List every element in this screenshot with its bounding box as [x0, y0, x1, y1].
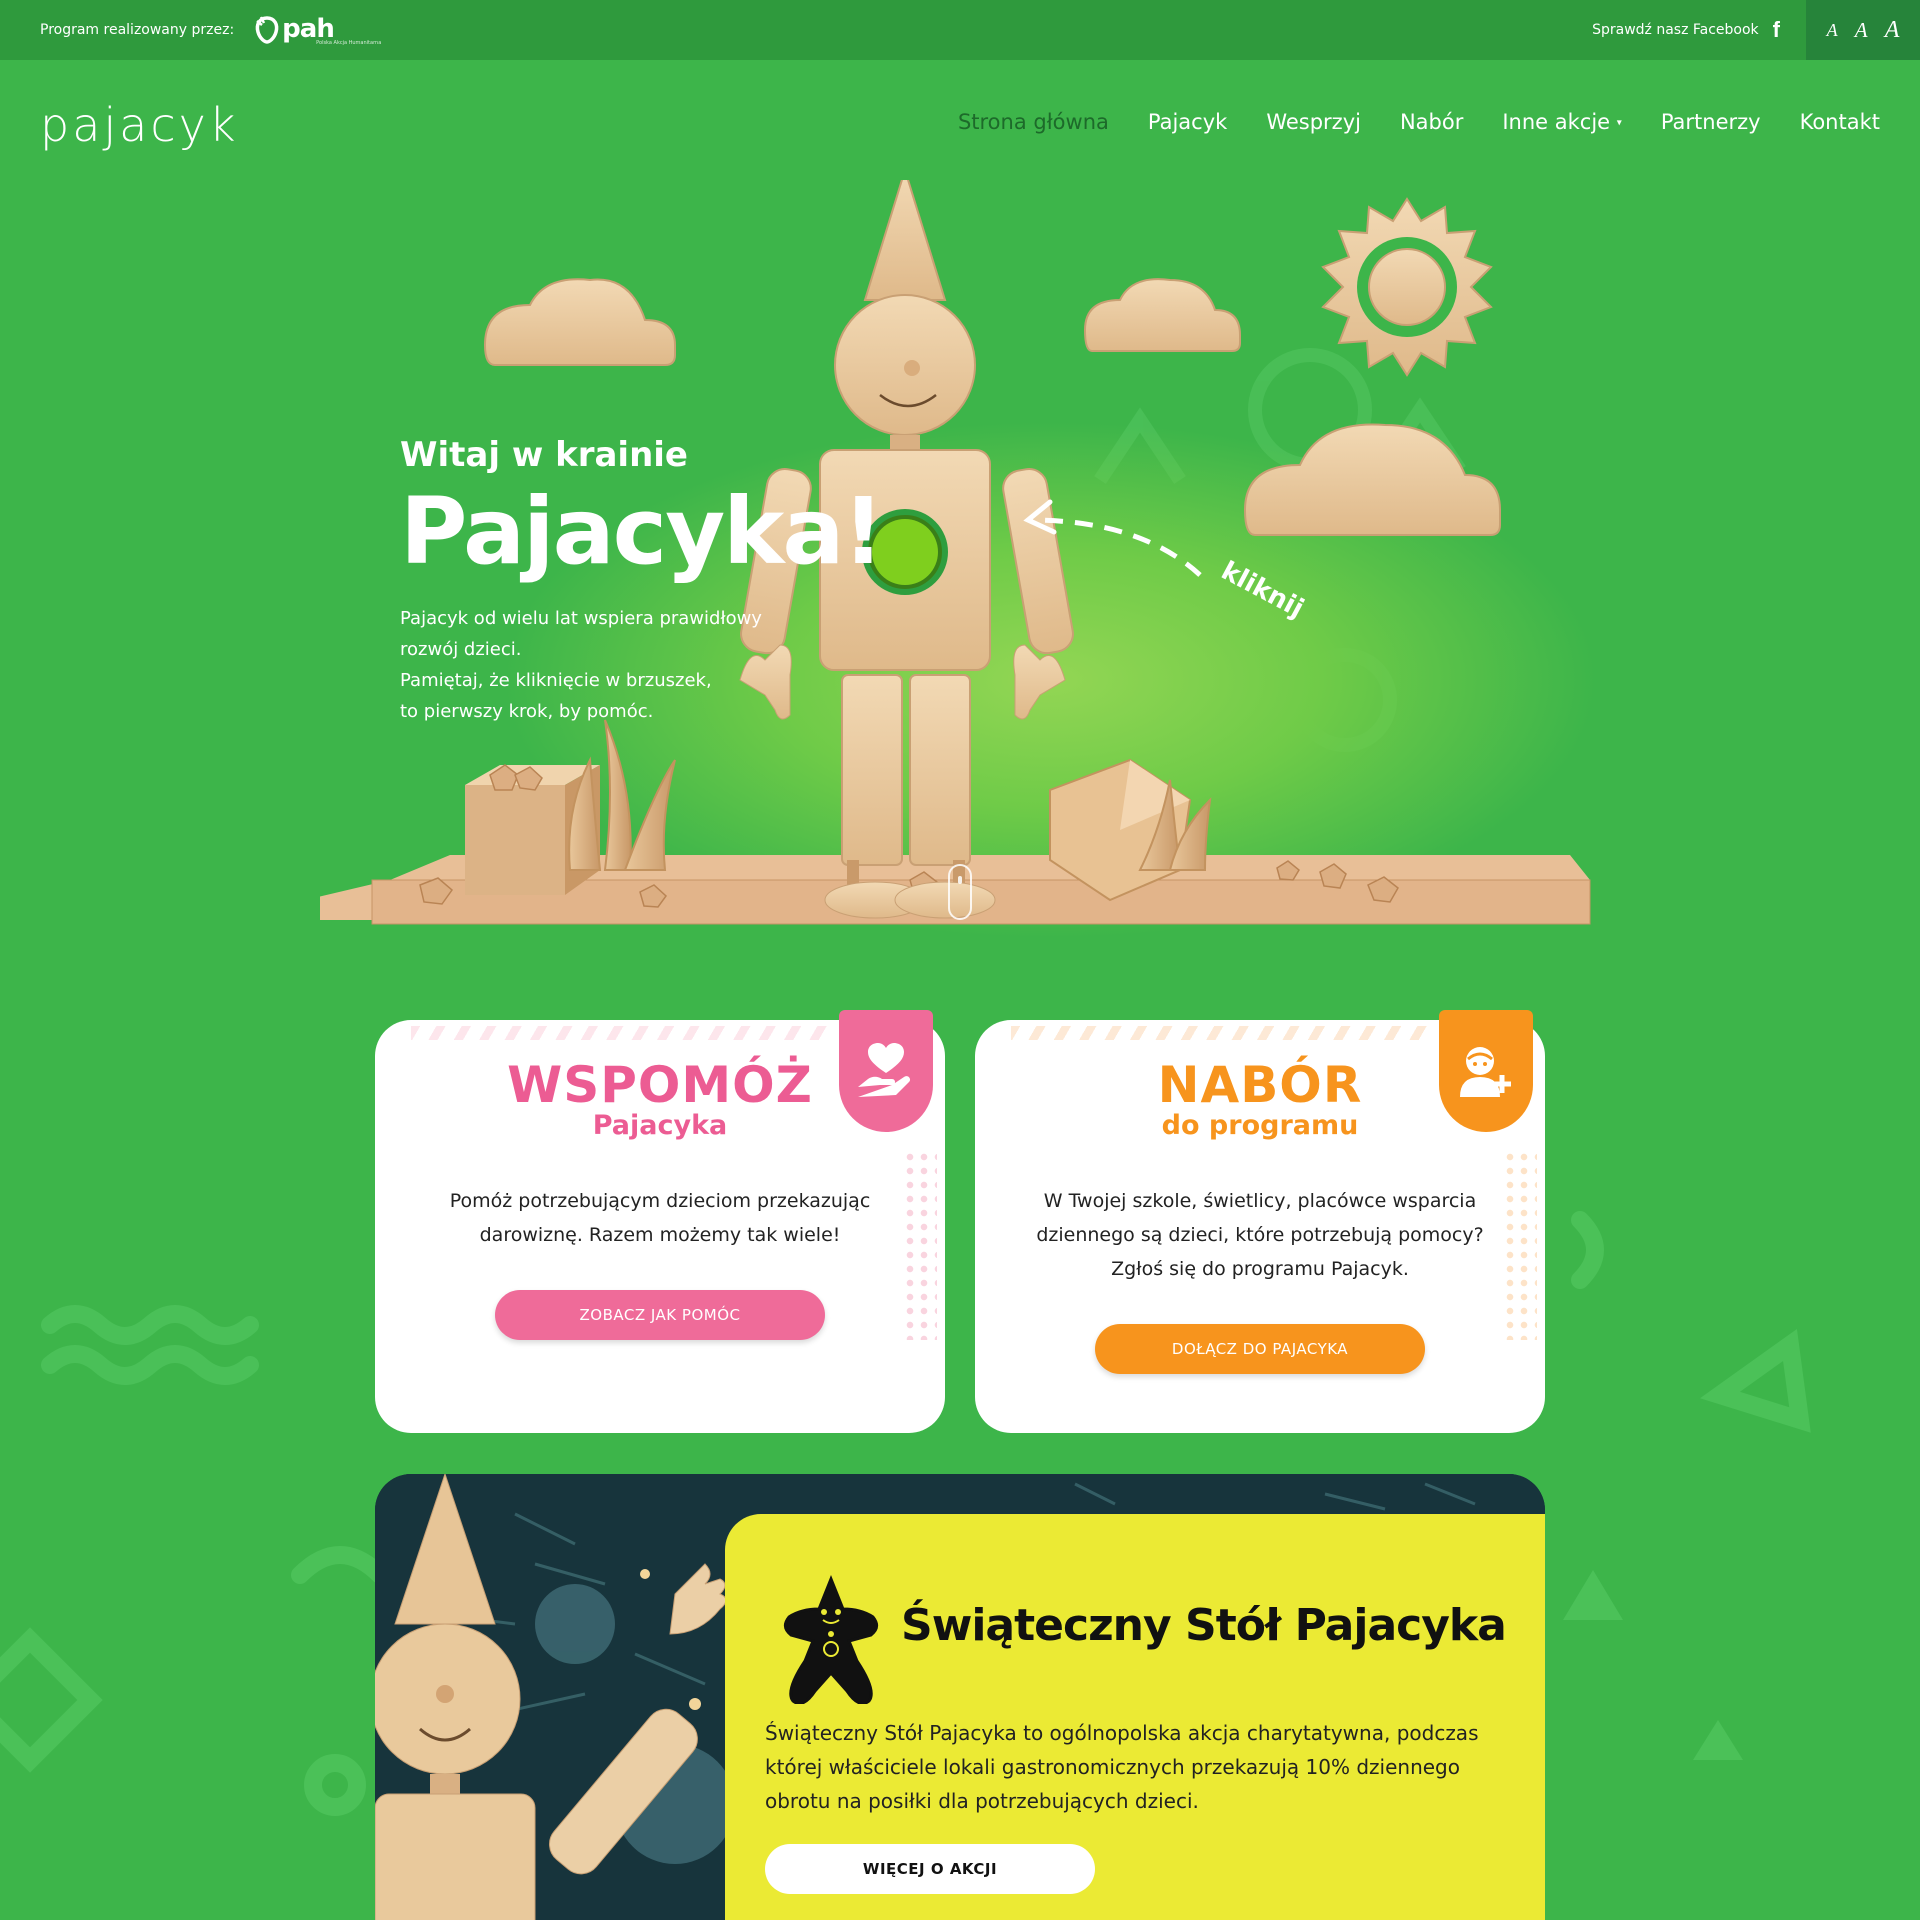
support-card: WSPOMÓŻ Pajacyka Pomóż potrzebującym dzi… [375, 1010, 945, 1433]
hero-description: Pajacyk od wielu lat wspiera prawidłowy … [400, 603, 800, 727]
hero-text-line: to pierwszy krok, by pomóc. [400, 701, 654, 722]
hero-text-line: rozwój dzieci. [400, 639, 522, 660]
wooden-grass [568, 719, 676, 871]
scroll-down-indicator[interactable] [948, 864, 972, 920]
gingerbread-icon [784, 1574, 878, 1704]
join-pajacyk-button[interactable]: DOŁĄCZ DO PAJACYKA [1095, 1324, 1425, 1374]
christmas-table-panel: Świąteczny Stół Pajacyka Świąteczny Stół… [725, 1514, 1545, 1920]
hero-text-line: Pamiętaj, że kliknięcie w brzuszek, [400, 670, 712, 691]
card-dots [903, 1150, 937, 1340]
hero-text-line: Pajacyk od wielu lat wspiera prawidłowy [400, 608, 762, 629]
card-subtitle: Pajacyka [592, 1110, 728, 1141]
scroll-dot [958, 876, 962, 884]
promo-title: Świąteczny Stół Pajacyka [901, 1600, 1507, 1651]
cloud-icon [483, 278, 676, 366]
hero-title: Pajacyka! [400, 478, 884, 585]
card-stripes [411, 1026, 831, 1040]
christmas-table-section: Świąteczny Stół Pajacyka Świąteczny Stół… [375, 1474, 1545, 1920]
card-stripes [1011, 1026, 1431, 1040]
card-text: W Twojej szkole, świetlicy, placówce wsp… [1036, 1190, 1484, 1280]
sun-icon [1321, 197, 1493, 377]
cloud-icon [1083, 278, 1241, 352]
card-dots [1503, 1150, 1537, 1340]
card-subtitle: do programu [1161, 1110, 1359, 1141]
promo-text: Świąteczny Stół Pajacyka to ogólnopolska… [765, 1721, 1479, 1813]
cloud-icon [1243, 423, 1501, 536]
card-title: NABÓR [1157, 1056, 1363, 1114]
card-text: Pomóż potrzebującym dzieciom przekazując… [449, 1190, 871, 1246]
hero-title-small: Witaj w krainie [400, 435, 688, 475]
card-title: WSPOMÓŻ [507, 1056, 813, 1114]
more-about-action-button[interactable]: WIĘCEJ O AKCJI [765, 1844, 1095, 1894]
see-how-to-help-button[interactable]: ZOBACZ JAK POMÓC [495, 1290, 825, 1340]
recruitment-card: NABÓR do programu W Twojej szkole, świet… [975, 1010, 1545, 1433]
